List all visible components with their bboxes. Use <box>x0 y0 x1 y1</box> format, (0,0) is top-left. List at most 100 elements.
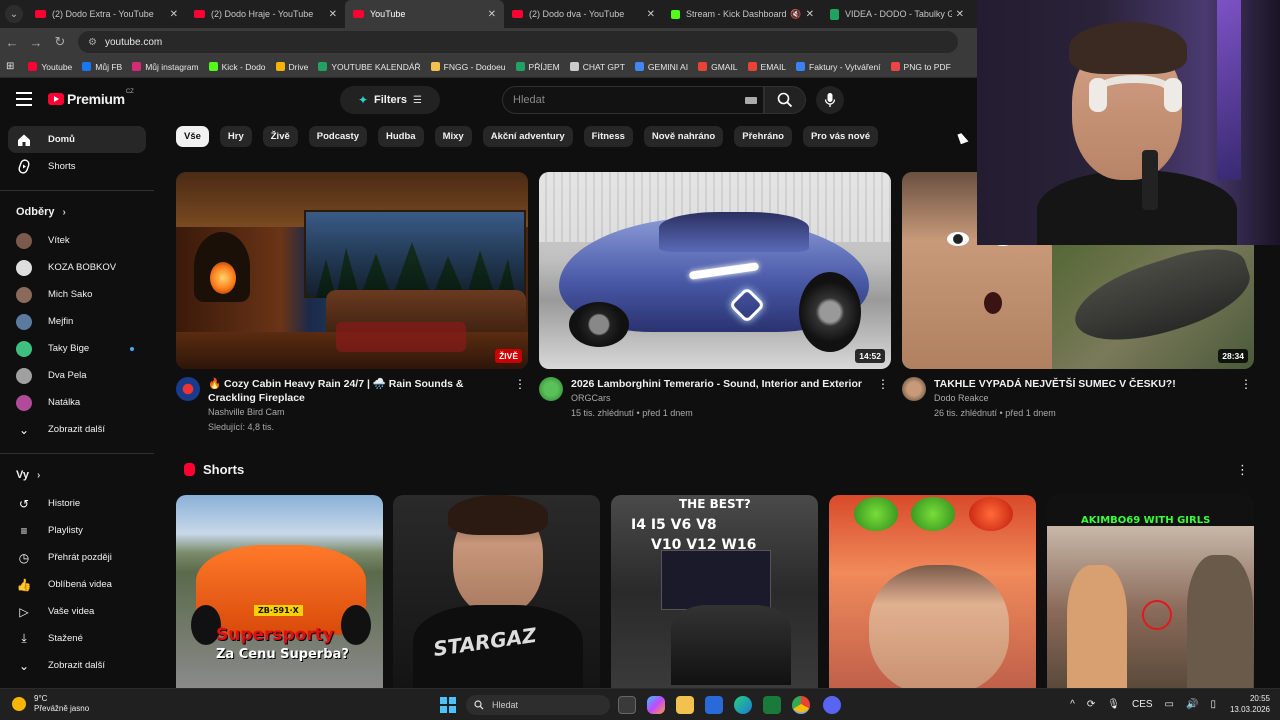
chrome-browser-icon[interactable] <box>792 696 810 714</box>
menu-icon[interactable] <box>16 92 32 110</box>
close-icon[interactable]: ✕ <box>806 9 814 20</box>
sidebar-item-you[interactable]: 👍 Oblíbená videa <box>0 571 146 598</box>
bookmark-item[interactable]: FNGG - Dodoeu <box>430 62 506 72</box>
browser-tab[interactable]: (2) Dodo dva - YouTube ✕ <box>504 0 663 28</box>
channel-name[interactable]: Dodo Reakce <box>934 391 1234 406</box>
sidebar-item-you[interactable]: ▷ Vaše videa <box>0 598 146 625</box>
sidebar-show-more[interactable]: ⌄ Zobrazit další <box>0 416 146 443</box>
more-options-icon[interactable]: ⋮ <box>1240 377 1252 391</box>
short-card[interactable]: AKIMBO69 WITH GIRLS <box>1047 495 1254 688</box>
more-options-icon[interactable]: ⋮ <box>514 377 526 391</box>
bookmark-item[interactable]: Drive <box>275 62 308 72</box>
language-indicator[interactable]: CES <box>1132 699 1153 710</box>
reload-icon[interactable]: ↻ <box>48 34 72 50</box>
filter-chip[interactable]: Pro vás nové <box>802 126 879 147</box>
sidebar-item-subscription[interactable]: Mejfin <box>0 308 146 335</box>
more-options-icon[interactable]: ⋮ <box>877 377 889 391</box>
bookmark-item[interactable]: Youtube <box>28 62 72 72</box>
sidebar-item-you[interactable]: ⤓ Stažené <box>0 625 146 652</box>
sidebar-item-subscription[interactable]: Dva Pela <box>0 362 146 389</box>
excel-icon[interactable] <box>763 696 781 714</box>
video-title[interactable]: TAKHLE VYPADÁ NEJVĚTŠÍ SUMEC V ČESKU?! <box>934 377 1234 391</box>
video-card[interactable]: 14:52 2026 Lamborghini Temerario - Sound… <box>539 172 891 421</box>
browser-tab[interactable]: (2) Dodo Hraje - YouTube ✕ <box>186 0 345 28</box>
copilot-icon[interactable] <box>647 696 665 714</box>
sidebar-item-subscription[interactable]: Taky Bige <box>0 335 146 362</box>
start-windows-icon[interactable] <box>440 697 456 713</box>
browser-tab[interactable]: (2) Dodo Extra - YouTube ✕ <box>27 0 186 28</box>
sidebar-item-you[interactable]: ↺ Historie <box>0 490 146 517</box>
video-title[interactable]: 2026 Lamborghini Temerario - Sound, Inte… <box>571 377 871 391</box>
bookmark-item[interactable]: Faktury - Vytváření <box>796 62 881 72</box>
filter-chip[interactable]: Podcasty <box>308 126 368 147</box>
short-card[interactable] <box>829 495 1036 688</box>
sidebar-item-shorts[interactable]: Shorts <box>0 153 146 180</box>
filters-button[interactable]: ✦ Filters ☰ <box>340 86 440 114</box>
weather-widget[interactable]: 9°C Převážně jasno <box>12 694 89 714</box>
site-info-icon[interactable]: ⚙ <box>88 37 97 48</box>
bookmark-item[interactable]: EMAIL <box>747 62 786 72</box>
browser-tab[interactable]: Stream - Kick Dashboard 🔇 ✕ <box>663 0 822 28</box>
browser-tab-active[interactable]: YouTube ✕ <box>345 0 504 28</box>
close-icon[interactable]: ✕ <box>956 9 964 20</box>
video-thumbnail[interactable]: ŽIVĚ <box>176 172 528 369</box>
filter-chip[interactable]: Nově nahráno <box>643 126 724 147</box>
microphone-icon[interactable]: 🎙 <box>1107 699 1120 710</box>
bookmark-item[interactable]: Můj instagram <box>132 62 199 72</box>
video-title[interactable]: 🔥 Cozy Cabin Heavy Rain 24/7 | 🌧️ Rain S… <box>208 377 508 405</box>
mute-icon[interactable]: 🔇 <box>790 9 801 20</box>
short-card[interactable]: STARGAZ <box>393 495 600 688</box>
channel-name[interactable]: Nashville Bird Cam <box>208 405 508 420</box>
url-field[interactable]: ⚙ youtube.com <box>78 31 958 53</box>
youtube-logo[interactable]: Premium CZ <box>48 89 134 107</box>
sidebar-item-home[interactable]: Domů <box>8 126 146 153</box>
task-view-icon[interactable] <box>618 696 636 714</box>
close-icon[interactable]: ✕ <box>170 9 178 20</box>
discord-icon[interactable] <box>823 696 841 714</box>
network-icon[interactable]: ▭ <box>1165 699 1174 710</box>
sync-icon[interactable]: ⟳ <box>1087 699 1095 710</box>
more-options-icon[interactable]: ⋮ <box>1236 462 1249 478</box>
chevron-up-icon[interactable]: ^ <box>1070 699 1075 710</box>
sidebar-item-you[interactable]: ⌄ Zobrazit další <box>0 652 146 679</box>
bookmark-item[interactable]: PŘÍJEM <box>515 62 560 72</box>
back-arrow-icon[interactable]: ← <box>0 35 24 50</box>
subscriptions-heading[interactable]: Odběry › <box>0 197 154 227</box>
browser-tab[interactable]: VIDEA - DODO - Tabulky Googl ✕ <box>822 0 972 28</box>
close-icon[interactable]: ✕ <box>329 9 337 20</box>
sidebar-item-subscription[interactable]: Natálka <box>0 389 146 416</box>
channel-name[interactable]: ORGCars <box>571 391 871 406</box>
bookmark-item[interactable]: GMAIL <box>698 62 738 72</box>
forward-arrow-icon[interactable]: → <box>24 35 48 50</box>
chip-selected[interactable]: Vše <box>176 126 209 147</box>
search-input[interactable]: Hledat <box>502 86 764 114</box>
battery-icon[interactable]: ▯ <box>1210 699 1216 710</box>
taskbar-search[interactable]: Hledat <box>466 695 610 715</box>
close-icon[interactable]: ✕ <box>647 9 655 20</box>
bookmark-item[interactable]: Kick - Dodo <box>208 62 266 72</box>
bookmark-item[interactable]: GEMINI AI <box>634 62 688 72</box>
channel-avatar[interactable] <box>539 377 563 401</box>
filter-chip[interactable]: Akční adventury <box>482 126 573 147</box>
channel-avatar[interactable] <box>176 377 200 401</box>
bookmark-item[interactable]: PNG to PDF <box>890 62 951 72</box>
short-card[interactable]: THE BEST? I4 I5 V6 V8 V10 V12 W16 <box>611 495 818 688</box>
sidebar-item-subscription[interactable]: Vítek <box>0 227 146 254</box>
you-heading[interactable]: Vy › <box>0 460 154 490</box>
edge-browser-icon[interactable] <box>734 696 752 714</box>
video-card[interactable]: ŽIVĚ 🔥 Cozy Cabin Heavy Rain 24/7 | 🌧️ R… <box>176 172 528 435</box>
filter-chip[interactable]: Hudba <box>378 126 424 147</box>
store-icon[interactable] <box>705 696 723 714</box>
volume-icon[interactable]: 🔊 <box>1186 699 1198 710</box>
bookmark-item[interactable]: YOUTUBE KALENDÁŘ <box>318 62 421 72</box>
filter-chip[interactable]: Fitness <box>583 126 633 147</box>
sidebar-item-subscription[interactable]: Mich Sako <box>0 281 146 308</box>
sidebar-item-subscription[interactable]: KOZA BOBKOV <box>0 254 146 281</box>
voice-search-button[interactable] <box>816 86 844 114</box>
channel-avatar[interactable] <box>902 377 926 401</box>
file-explorer-icon[interactable] <box>676 696 694 714</box>
tab-search-button[interactable]: ⌄ <box>5 5 23 23</box>
filter-chip[interactable]: Živě <box>262 126 298 147</box>
search-button[interactable] <box>764 86 806 114</box>
apps-grid-icon[interactable]: ⊞ <box>6 61 14 72</box>
